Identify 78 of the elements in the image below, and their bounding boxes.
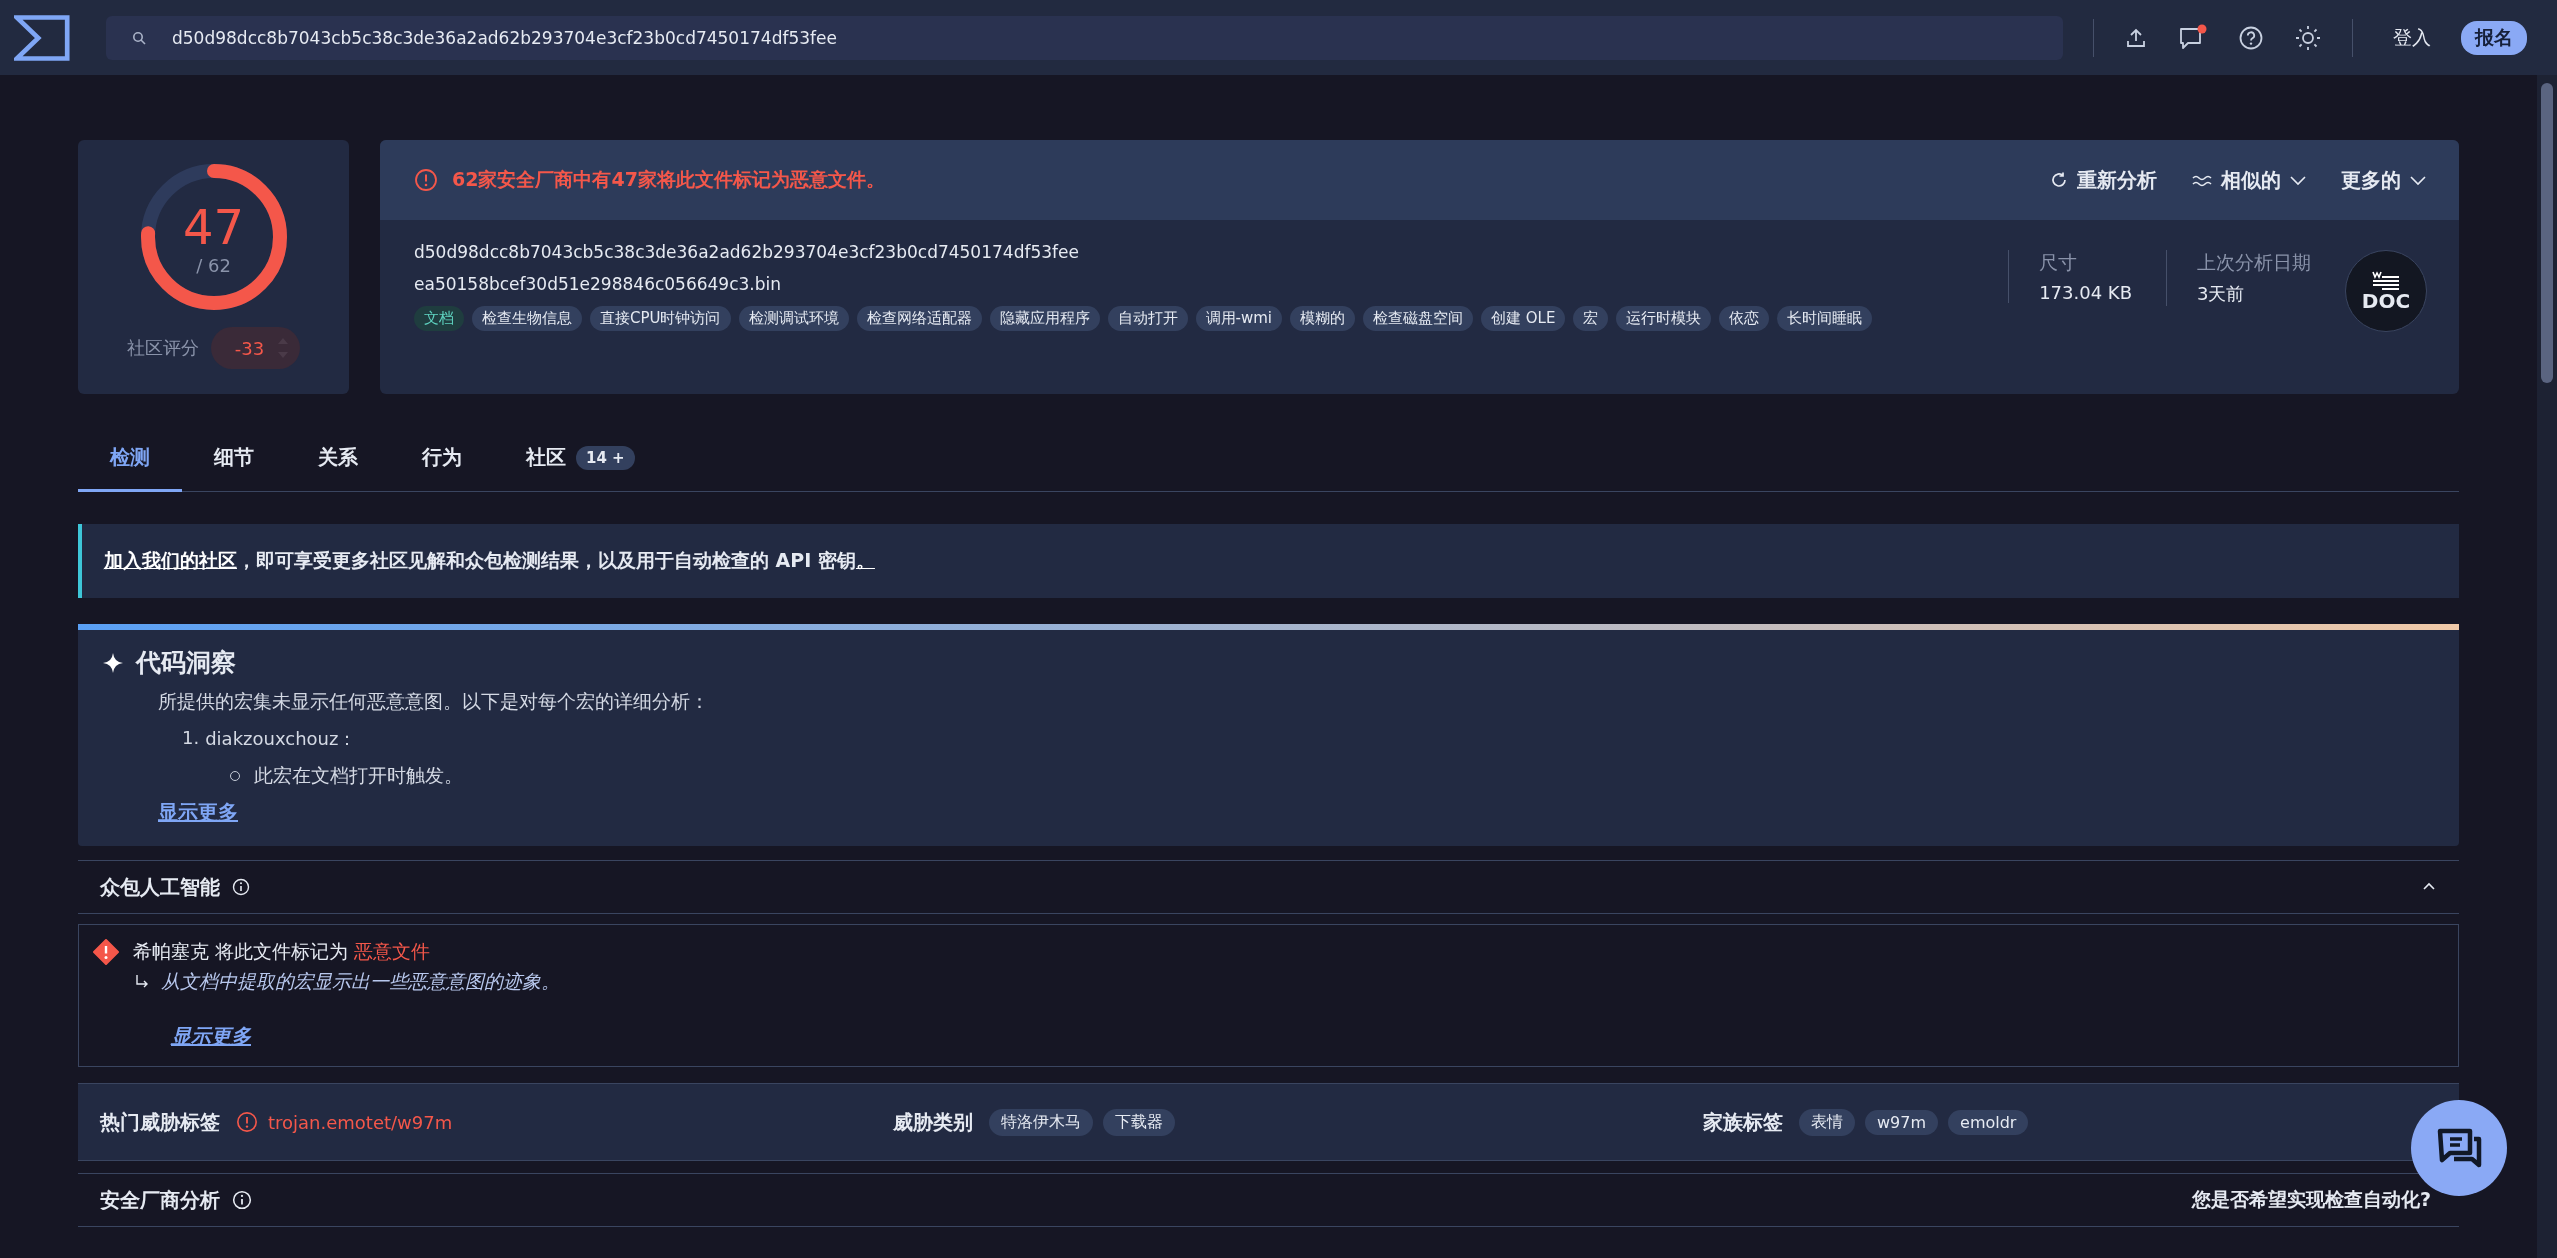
tag[interactable]: 检查磁盘空间 — [1362, 306, 1473, 331]
reanalyze-button[interactable]: 重新分析 — [2049, 166, 2157, 194]
tag[interactable]: 创建 OLE — [1480, 306, 1566, 331]
tab[interactable]: 行为 — [390, 424, 494, 492]
size-label: 尺寸 — [2039, 250, 2079, 275]
section-title: 安全厂商分析 — [100, 1186, 220, 1214]
tab[interactable]: 细节 — [182, 424, 286, 492]
insight-summary: 所提供的宏集未显示任何恶意意图。以下是对每个宏的详细分析： — [158, 689, 709, 714]
threat-category-title: 威胁类别 — [893, 1108, 973, 1136]
sign-up-button[interactable]: 报名 — [2461, 20, 2527, 55]
category-tag[interactable]: 下载器 — [1103, 1108, 1175, 1136]
community-score-label: 社区评分 — [126, 336, 199, 360]
analysis-date: 3天前 — [2197, 282, 2246, 306]
file-size: 173.04 KB — [2039, 282, 2132, 303]
caret-icon — [2409, 174, 2427, 186]
list-number: 1. — [182, 727, 200, 750]
tag[interactable]: 直接CPU时钟访问 — [590, 306, 731, 331]
tag[interactable]: 宏 — [1573, 306, 1609, 331]
tag[interactable]: 文档 — [414, 306, 464, 331]
chat-icon[interactable] — [2178, 23, 2208, 52]
show-more-link[interactable]: 显示更多 — [158, 799, 238, 826]
category-tag[interactable]: 特洛伊木马 — [989, 1108, 1093, 1136]
search-field[interactable]: d50d98dcc8b7043cb5c38c3de36a2ad62b293704e3cf23b0cd7450174df53fee — [106, 15, 2063, 60]
family-tag[interactable]: emoldr — [1948, 1109, 2029, 1135]
tag[interactable]: 自动打开 — [1107, 306, 1188, 331]
alert-icon — [414, 168, 438, 192]
date-label: 上次分析日期 — [2197, 250, 2311, 275]
file-name: ea50158bcef30d51e298846c056649c3.bin — [414, 274, 783, 294]
info-icon[interactable] — [232, 878, 250, 896]
more-button[interactable]: 更多的 — [2341, 166, 2427, 194]
tab[interactable]: 检测 — [78, 424, 182, 492]
similar-button[interactable]: 相似的 — [2191, 166, 2307, 194]
automation-prompt: 您是否希望实现检查自动化? — [2191, 1187, 2431, 1212]
waves-icon — [2191, 173, 2213, 187]
tag[interactable]: 模糊的 — [1289, 306, 1355, 331]
banner-text: 加入我们的社区，即可享受更多社区见解和众包检测结果，以及用于自动检查的 API 密钥。 — [104, 548, 875, 573]
tag[interactable]: 检查生物信息 — [472, 306, 582, 331]
refresh-icon — [2049, 170, 2069, 190]
detection-count: 47 — [182, 202, 245, 251]
tag[interactable]: 隐藏应用程序 — [989, 306, 1100, 331]
reply-arrow-icon — [135, 974, 149, 990]
theme-icon[interactable] — [2294, 23, 2322, 52]
section-title: 众包人工智能 — [100, 873, 220, 901]
caret-icon — [2289, 174, 2307, 186]
scrollbar[interactable] — [2537, 75, 2557, 1258]
verdict-text: 希帕塞克 将此文件标记为 恶意文件 — [133, 939, 431, 964]
end-link[interactable]: 。 — [855, 549, 875, 571]
family-tag[interactable]: w97m — [1865, 1109, 1939, 1135]
info-icon[interactable] — [232, 1190, 252, 1210]
sign-in-button[interactable]: 登入 — [2393, 24, 2431, 51]
tag[interactable]: 检测调试环境 — [738, 306, 849, 331]
tab[interactable]: 关系 — [286, 424, 390, 492]
help-icon[interactable] — [2238, 24, 2264, 51]
tag[interactable]: 调用-wmi — [1195, 306, 1282, 331]
engine-total: / 62 — [196, 254, 231, 276]
family-label-title: 家族标签 — [1703, 1108, 1783, 1136]
macro-name: diakzouxchouz： — [205, 727, 357, 751]
tag[interactable]: 检查网络适配器 — [856, 306, 982, 331]
insight-detail: 此宏在文档打开时触发。 — [254, 763, 463, 788]
threat-label[interactable]: trojan.emotet/w97m — [268, 1111, 453, 1133]
section-title: 代码洞察 — [136, 647, 236, 679]
file-hash: d50d98dcc8b7043cb5c38c3de36a2ad62b293704e3cf23b0cd7450174df53fee — [414, 242, 1080, 262]
alert-text: 62家安全厂商中有47家将此文件标记为恶意文件。 — [452, 167, 886, 192]
threat-label-title: 热门威胁标签 — [100, 1108, 220, 1136]
tab[interactable]: 社区 14 + — [494, 424, 667, 492]
community-score: -33 — [234, 337, 265, 359]
logo-icon[interactable] — [14, 13, 70, 62]
tag[interactable]: 运行时模块 — [1616, 306, 1712, 331]
scrollbar-thumb[interactable] — [2541, 83, 2553, 383]
show-more-link[interactable]: 显示更多 — [171, 1023, 251, 1050]
file-type-icon: DOC — [2345, 250, 2427, 332]
verdict-detail: 从文档中提取的宏显示出一些恶意意图的迹象。 — [161, 969, 560, 994]
tag[interactable]: 长时间睡眠 — [1777, 306, 1873, 331]
join-link[interactable]: 加入我们的社区 — [104, 549, 237, 571]
alert-icon — [236, 1111, 258, 1133]
family-tag[interactable]: 表情 — [1799, 1108, 1855, 1136]
tag[interactable]: 依恋 — [1719, 306, 1770, 331]
warning-icon — [93, 939, 119, 965]
